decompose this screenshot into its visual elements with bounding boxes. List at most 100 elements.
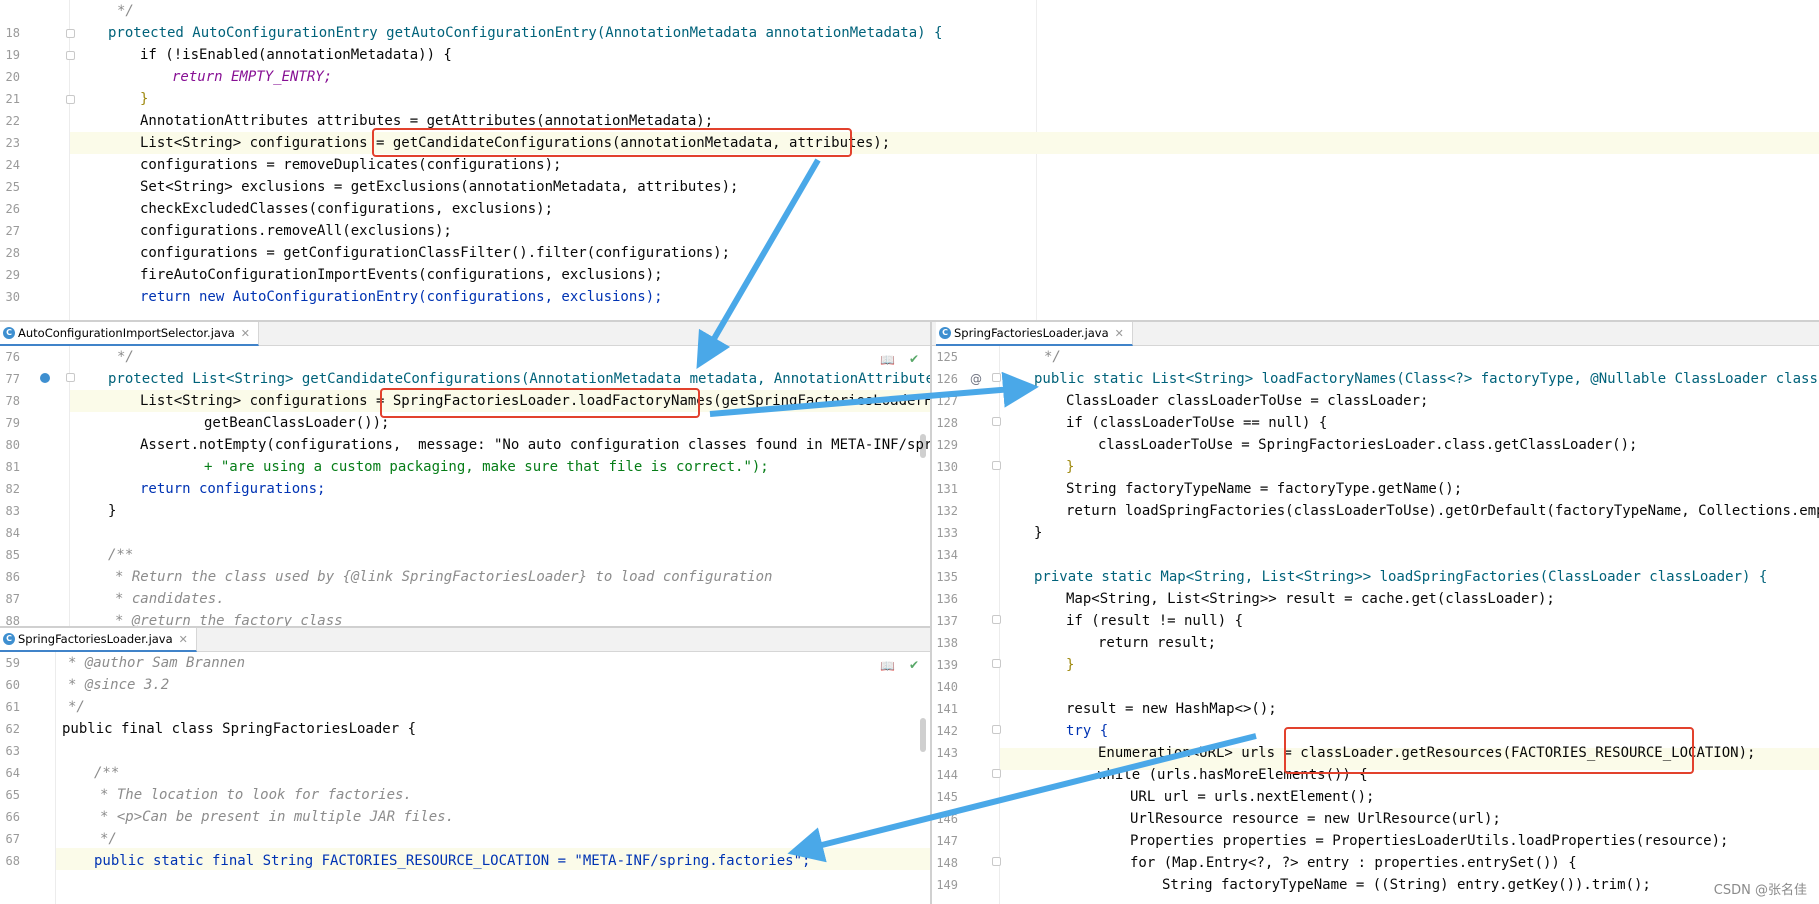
code-line: if (result != null) { bbox=[1066, 613, 1244, 629]
fold-marker-icon[interactable] bbox=[66, 373, 75, 382]
line-number: 65 bbox=[5, 788, 20, 802]
line-number: 60 bbox=[5, 678, 20, 692]
line-number: 142 bbox=[936, 724, 958, 738]
line-number: 134 bbox=[936, 548, 958, 562]
code-line: } bbox=[1066, 657, 1075, 673]
line-number: 139 bbox=[936, 658, 958, 672]
line-number: 129 bbox=[936, 438, 958, 452]
fold-marker-icon[interactable] bbox=[992, 417, 1001, 426]
line-number: 131 bbox=[936, 482, 958, 496]
code-line: Set<String> exclusions = getExclusions(a… bbox=[140, 179, 739, 195]
close-icon[interactable]: ✕ bbox=[179, 633, 188, 646]
tab-autoconfiguration-import-selector[interactable]: C AutoConfigurationImportSelector.java ✕ bbox=[0, 322, 260, 346]
check-icon[interactable]: ✔ bbox=[909, 352, 919, 366]
code-line: /** bbox=[94, 765, 120, 781]
code-line: public static List<String> loadFactoryNa… bbox=[1034, 371, 1819, 387]
class-c-icon: C bbox=[3, 327, 15, 339]
line-number: 68 bbox=[5, 854, 20, 868]
fold-marker-icon[interactable] bbox=[66, 29, 75, 38]
code-line: for (Map.Entry<?, ?> entry : properties.… bbox=[1130, 855, 1577, 871]
annotation-marker-icon[interactable]: @ bbox=[970, 372, 982, 386]
line-number: 82 bbox=[5, 482, 20, 496]
right-editor: C SpringFactoriesLoader.java ✕ 125 126 127… bbox=[932, 322, 1819, 904]
code-line: return loadSpringFactories(classLoaderTo… bbox=[1066, 503, 1819, 519]
fold-marker-icon[interactable] bbox=[992, 461, 1001, 470]
line-number: 30 bbox=[5, 290, 20, 304]
book-icon[interactable]: 📖 bbox=[880, 659, 895, 673]
code-line: ClassLoader classLoaderToUse = classLoad… bbox=[1066, 393, 1429, 409]
line-number: 126 bbox=[936, 372, 958, 386]
line-number: 78 bbox=[5, 394, 20, 408]
line-number: 84 bbox=[5, 526, 20, 540]
code-line: try { bbox=[1066, 723, 1109, 739]
line-number: 125 bbox=[936, 350, 958, 364]
close-icon[interactable]: ✕ bbox=[241, 327, 250, 340]
top-margin-line bbox=[1036, 0, 1037, 320]
code-line: URL url = urls.nextElement(); bbox=[1130, 789, 1375, 805]
code-line: * The location to look for factories. bbox=[100, 787, 412, 803]
line-number: 22 bbox=[5, 114, 20, 128]
code-line: if (!isEnabled(annotationMetadata)) { bbox=[140, 47, 452, 63]
code-line: configurations = getConfigurationClassFi… bbox=[140, 245, 731, 261]
fold-marker-icon[interactable] bbox=[992, 615, 1001, 624]
code-line: return result; bbox=[1098, 635, 1217, 651]
line-number: 23 bbox=[5, 136, 20, 150]
line-number: 127 bbox=[936, 394, 958, 408]
line-number: 86 bbox=[5, 570, 20, 584]
code-line: public final class SpringFactoriesLoader… bbox=[62, 721, 417, 737]
line-number: 79 bbox=[5, 416, 20, 430]
line-number: 144 bbox=[936, 768, 958, 782]
close-icon[interactable]: ✕ bbox=[1115, 327, 1124, 340]
tab-spring-factories-loader[interactable]: C SpringFactoriesLoader.java ✕ bbox=[936, 322, 1133, 346]
scrollbar-thumb[interactable] bbox=[920, 718, 926, 752]
code-line: * @return the factory class bbox=[115, 613, 343, 626]
watermark: CSDN @张名佳 bbox=[1713, 883, 1807, 898]
line-number: 141 bbox=[936, 702, 958, 716]
line-number: 27 bbox=[5, 224, 20, 238]
check-icon[interactable]: ✔ bbox=[909, 658, 919, 672]
code-line: fireAutoConfigurationImportEvents(config… bbox=[140, 267, 663, 283]
vertical-splitter[interactable] bbox=[930, 322, 932, 904]
line-number: 87 bbox=[5, 592, 20, 606]
tab-label: SpringFactoriesLoader.java bbox=[954, 326, 1109, 340]
line-number: 130 bbox=[936, 460, 958, 474]
code-line: */ bbox=[117, 349, 134, 365]
code-line: */ bbox=[100, 831, 117, 847]
code-line: * Return the class used by {@link Spring… bbox=[115, 569, 773, 585]
fold-marker-icon[interactable] bbox=[992, 659, 1001, 668]
fold-marker-icon[interactable] bbox=[66, 95, 75, 104]
code-line: configurations = removeDuplicates(config… bbox=[140, 157, 562, 173]
book-icon[interactable]: 📖 bbox=[880, 353, 895, 367]
line-number: 63 bbox=[5, 744, 20, 758]
code-line: return new AutoConfigurationEntry(config… bbox=[140, 289, 663, 305]
highlight-box bbox=[372, 128, 852, 157]
fold-marker-icon[interactable] bbox=[992, 857, 1001, 866]
line-number: 81 bbox=[5, 460, 20, 474]
line-number: 132 bbox=[936, 504, 958, 518]
bottom-tabbar: C SpringFactoriesLoader.java ✕ bbox=[0, 628, 930, 652]
line-number: 20 bbox=[5, 70, 20, 84]
line-number: 85 bbox=[5, 548, 20, 562]
horizontal-splitter[interactable] bbox=[0, 320, 1819, 322]
line-number: 138 bbox=[936, 636, 958, 650]
fold-marker-icon[interactable] bbox=[992, 769, 1001, 778]
code-line: } bbox=[1066, 459, 1075, 475]
line-number: 26 bbox=[5, 202, 20, 216]
implementation-marker-icon[interactable] bbox=[40, 373, 50, 383]
fold-marker-icon[interactable] bbox=[66, 51, 75, 60]
code-line: getBeanClassLoader()); bbox=[204, 415, 390, 431]
code-line: Assert.notEmpty(configurations, message:… bbox=[140, 437, 930, 453]
code-line: Properties properties = PropertiesLoader… bbox=[1130, 833, 1729, 849]
line-number: 59 bbox=[5, 656, 20, 670]
horizontal-splitter[interactable] bbox=[0, 626, 930, 628]
fold-marker-icon[interactable] bbox=[992, 725, 1001, 734]
tab-spring-factories-loader[interactable]: C SpringFactoriesLoader.java ✕ bbox=[0, 628, 197, 652]
code-line: protected AutoConfigurationEntry getAuto… bbox=[108, 25, 943, 41]
line-number: 24 bbox=[5, 158, 20, 172]
code-line: configurations.removeAll(exclusions); bbox=[140, 223, 452, 239]
line-number: 143 bbox=[936, 746, 958, 760]
line-number: 76 bbox=[5, 350, 20, 364]
code-line: */ bbox=[1044, 349, 1061, 365]
fold-marker-icon[interactable] bbox=[992, 373, 1001, 382]
line-number: 61 bbox=[5, 700, 20, 714]
